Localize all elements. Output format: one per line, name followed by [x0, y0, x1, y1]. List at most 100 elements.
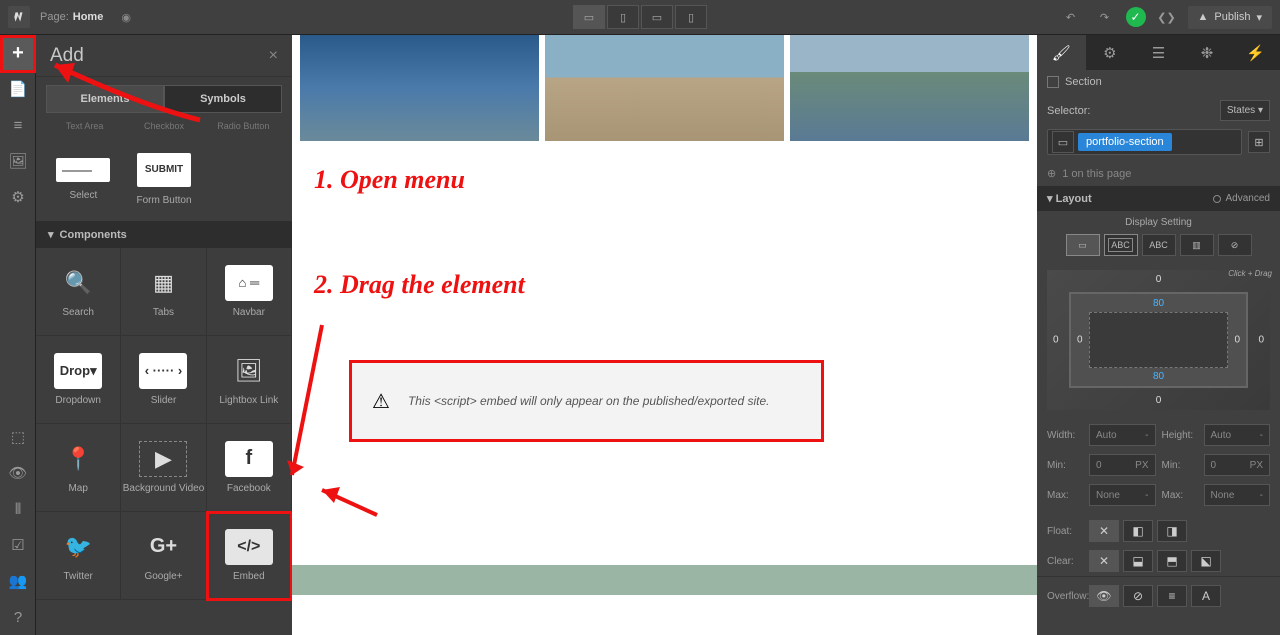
- max-width-input[interactable]: None-: [1089, 484, 1156, 506]
- device-mobile[interactable]: ▯: [675, 5, 707, 29]
- max-height-input[interactable]: None-: [1204, 484, 1271, 506]
- settings-tab-icon[interactable]: ⚙: [1086, 35, 1135, 70]
- component-embed[interactable]: </>Embed: [207, 512, 292, 600]
- cms-icon[interactable]: ≡: [0, 107, 36, 143]
- device-tablet[interactable]: ▯: [607, 5, 639, 29]
- slider-icon: ‹ ····· ›: [139, 353, 187, 389]
- display-block[interactable]: ▭: [1066, 234, 1100, 256]
- component-dropdown[interactable]: Drop ▾Dropdown: [36, 336, 121, 424]
- selector-class[interactable]: portfolio-section: [1078, 133, 1172, 151]
- clear-both[interactable]: ⬕: [1191, 550, 1221, 572]
- component-bg-video[interactable]: ▶Background Video: [121, 424, 206, 512]
- webflow-logo[interactable]: [8, 6, 30, 28]
- display-inline[interactable]: ABC: [1142, 234, 1176, 256]
- dropdown-icon: Drop ▾: [54, 353, 102, 389]
- section-checkbox[interactable]: [1047, 76, 1059, 88]
- layout-tab-icon[interactable]: ☰: [1134, 35, 1183, 70]
- chevron-down-icon: ▾: [48, 228, 54, 241]
- interactions-tab-icon[interactable]: ⚡: [1231, 35, 1280, 70]
- display-flex[interactable]: ▥: [1180, 234, 1214, 256]
- map-pin-icon: 📍: [54, 441, 102, 477]
- height-input[interactable]: Auto-: [1204, 424, 1271, 446]
- components-header[interactable]: ▾ Components: [36, 221, 292, 248]
- tool-users-icon[interactable]: 👥: [0, 563, 36, 599]
- overflow-scroll[interactable]: ≡: [1157, 585, 1187, 607]
- component-slider[interactable]: ‹ ····· ›Slider: [121, 336, 206, 424]
- component-facebook[interactable]: fFacebook: [207, 424, 292, 512]
- style-tab-icon[interactable]: 🖌: [1037, 35, 1086, 70]
- component-lightbox[interactable]: 🖼Lightbox Link: [207, 336, 292, 424]
- layout-header[interactable]: ▾ Layout Advanced: [1037, 186, 1280, 211]
- preview-icon[interactable]: ◉: [121, 11, 131, 24]
- advanced-toggle[interactable]: Advanced: [1213, 193, 1270, 204]
- float-none[interactable]: ✕: [1089, 520, 1119, 542]
- status-ok-icon[interactable]: ✓: [1126, 7, 1146, 27]
- redo-icon[interactable]: ↷: [1092, 4, 1118, 30]
- min-height-input[interactable]: 0PX: [1204, 454, 1271, 476]
- right-icon-bar: 🖌 ⚙ ☰ ❉ ⚡: [1037, 35, 1280, 70]
- selector-nav-icon[interactable]: ⊞: [1248, 131, 1270, 153]
- search-icon: 🔍: [54, 265, 102, 301]
- overflow-hidden[interactable]: ⊘: [1123, 585, 1153, 607]
- help-icon[interactable]: ?: [0, 599, 36, 635]
- selector-input[interactable]: ▭ portfolio-section: [1047, 129, 1242, 155]
- display-inline-block[interactable]: ABC: [1104, 234, 1138, 256]
- display-none[interactable]: ⊘: [1218, 234, 1252, 256]
- overflow-auto[interactable]: A: [1191, 585, 1221, 607]
- element-label: Select: [69, 190, 97, 201]
- page-name[interactable]: Home: [73, 11, 104, 23]
- target-icon: ⊕: [1047, 167, 1056, 180]
- min-width-input[interactable]: 0PX: [1089, 454, 1156, 476]
- element-form-button[interactable]: SUBMIT Form Button: [127, 141, 202, 217]
- component-twitter[interactable]: 🐦Twitter: [36, 512, 121, 600]
- publish-button[interactable]: ▲ Publish ▾: [1188, 6, 1273, 29]
- component-search[interactable]: 🔍Search: [36, 248, 121, 336]
- portfolio-image-2[interactable]: [545, 35, 784, 141]
- submit-icon: SUBMIT: [137, 153, 191, 187]
- component-googleplus[interactable]: G+Google+: [121, 512, 206, 600]
- width-input[interactable]: Auto-: [1089, 424, 1156, 446]
- portfolio-image-3[interactable]: [790, 35, 1029, 141]
- component-navbar[interactable]: ⌂ ═Navbar: [207, 248, 292, 336]
- section-label: Section: [1065, 76, 1102, 88]
- assets-icon[interactable]: 🖼: [0, 143, 36, 179]
- close-icon[interactable]: ×: [269, 47, 278, 65]
- annotation-step1: 1. Open menu: [314, 165, 465, 195]
- spacing-editor[interactable]: Click + Drag 0 0 0 0 80 80 0 0: [1047, 270, 1270, 410]
- mini-radio[interactable]: Radio Button: [205, 121, 282, 131]
- video-icon: ▶: [139, 441, 187, 477]
- tool-audit-icon[interactable]: ☑: [0, 527, 36, 563]
- effects-tab-icon[interactable]: ❉: [1183, 35, 1232, 70]
- clear-right[interactable]: ⬒: [1157, 550, 1187, 572]
- tool-eye-icon[interactable]: 👁: [0, 455, 36, 491]
- facebook-icon: f: [225, 441, 273, 477]
- states-dropdown[interactable]: States ▾: [1220, 100, 1270, 121]
- add-elements-icon[interactable]: +: [0, 35, 36, 71]
- float-right[interactable]: ◨: [1157, 520, 1187, 542]
- pages-icon[interactable]: 📄: [0, 71, 36, 107]
- element-select[interactable]: Select: [46, 141, 121, 217]
- settings-icon[interactable]: ⚙: [0, 179, 36, 215]
- clear-left[interactable]: ⬓: [1123, 550, 1153, 572]
- canvas[interactable]: 1. Open menu 2. Drag the element ⚠ This …: [292, 35, 1037, 635]
- device-desktop[interactable]: ▭: [573, 5, 605, 29]
- tool-guides-icon[interactable]: ⦀: [0, 491, 36, 527]
- element-label: Form Button: [136, 195, 191, 206]
- code-icon[interactable]: ❮❯: [1154, 4, 1180, 30]
- top-bar: Page: Home ◉ ▭ ▯ ▭ ▯ ↶ ↷ ✓ ❮❯ ▲ Publish …: [0, 0, 1280, 35]
- overflow-visible[interactable]: 👁: [1089, 585, 1119, 607]
- page-label: Page:: [40, 11, 69, 23]
- lightbox-icon: 🖼: [225, 353, 273, 389]
- embed-placeholder[interactable]: ⚠ This <script> embed will only appear o…: [349, 360, 824, 442]
- tabs-icon: ▦: [139, 265, 187, 301]
- portfolio-image-1[interactable]: [300, 35, 539, 141]
- undo-icon[interactable]: ↶: [1058, 4, 1084, 30]
- float-left[interactable]: ◧: [1123, 520, 1153, 542]
- clear-none[interactable]: ✕: [1089, 550, 1119, 572]
- annotation-step2: 2. Drag the element: [314, 270, 525, 300]
- device-mobile-landscape[interactable]: ▭: [641, 5, 673, 29]
- footer-strip[interactable]: [292, 565, 1037, 595]
- component-map[interactable]: 📍Map: [36, 424, 121, 512]
- component-tabs[interactable]: ▦Tabs: [121, 248, 206, 336]
- tool-cursor-icon[interactable]: ⬚: [0, 419, 36, 455]
